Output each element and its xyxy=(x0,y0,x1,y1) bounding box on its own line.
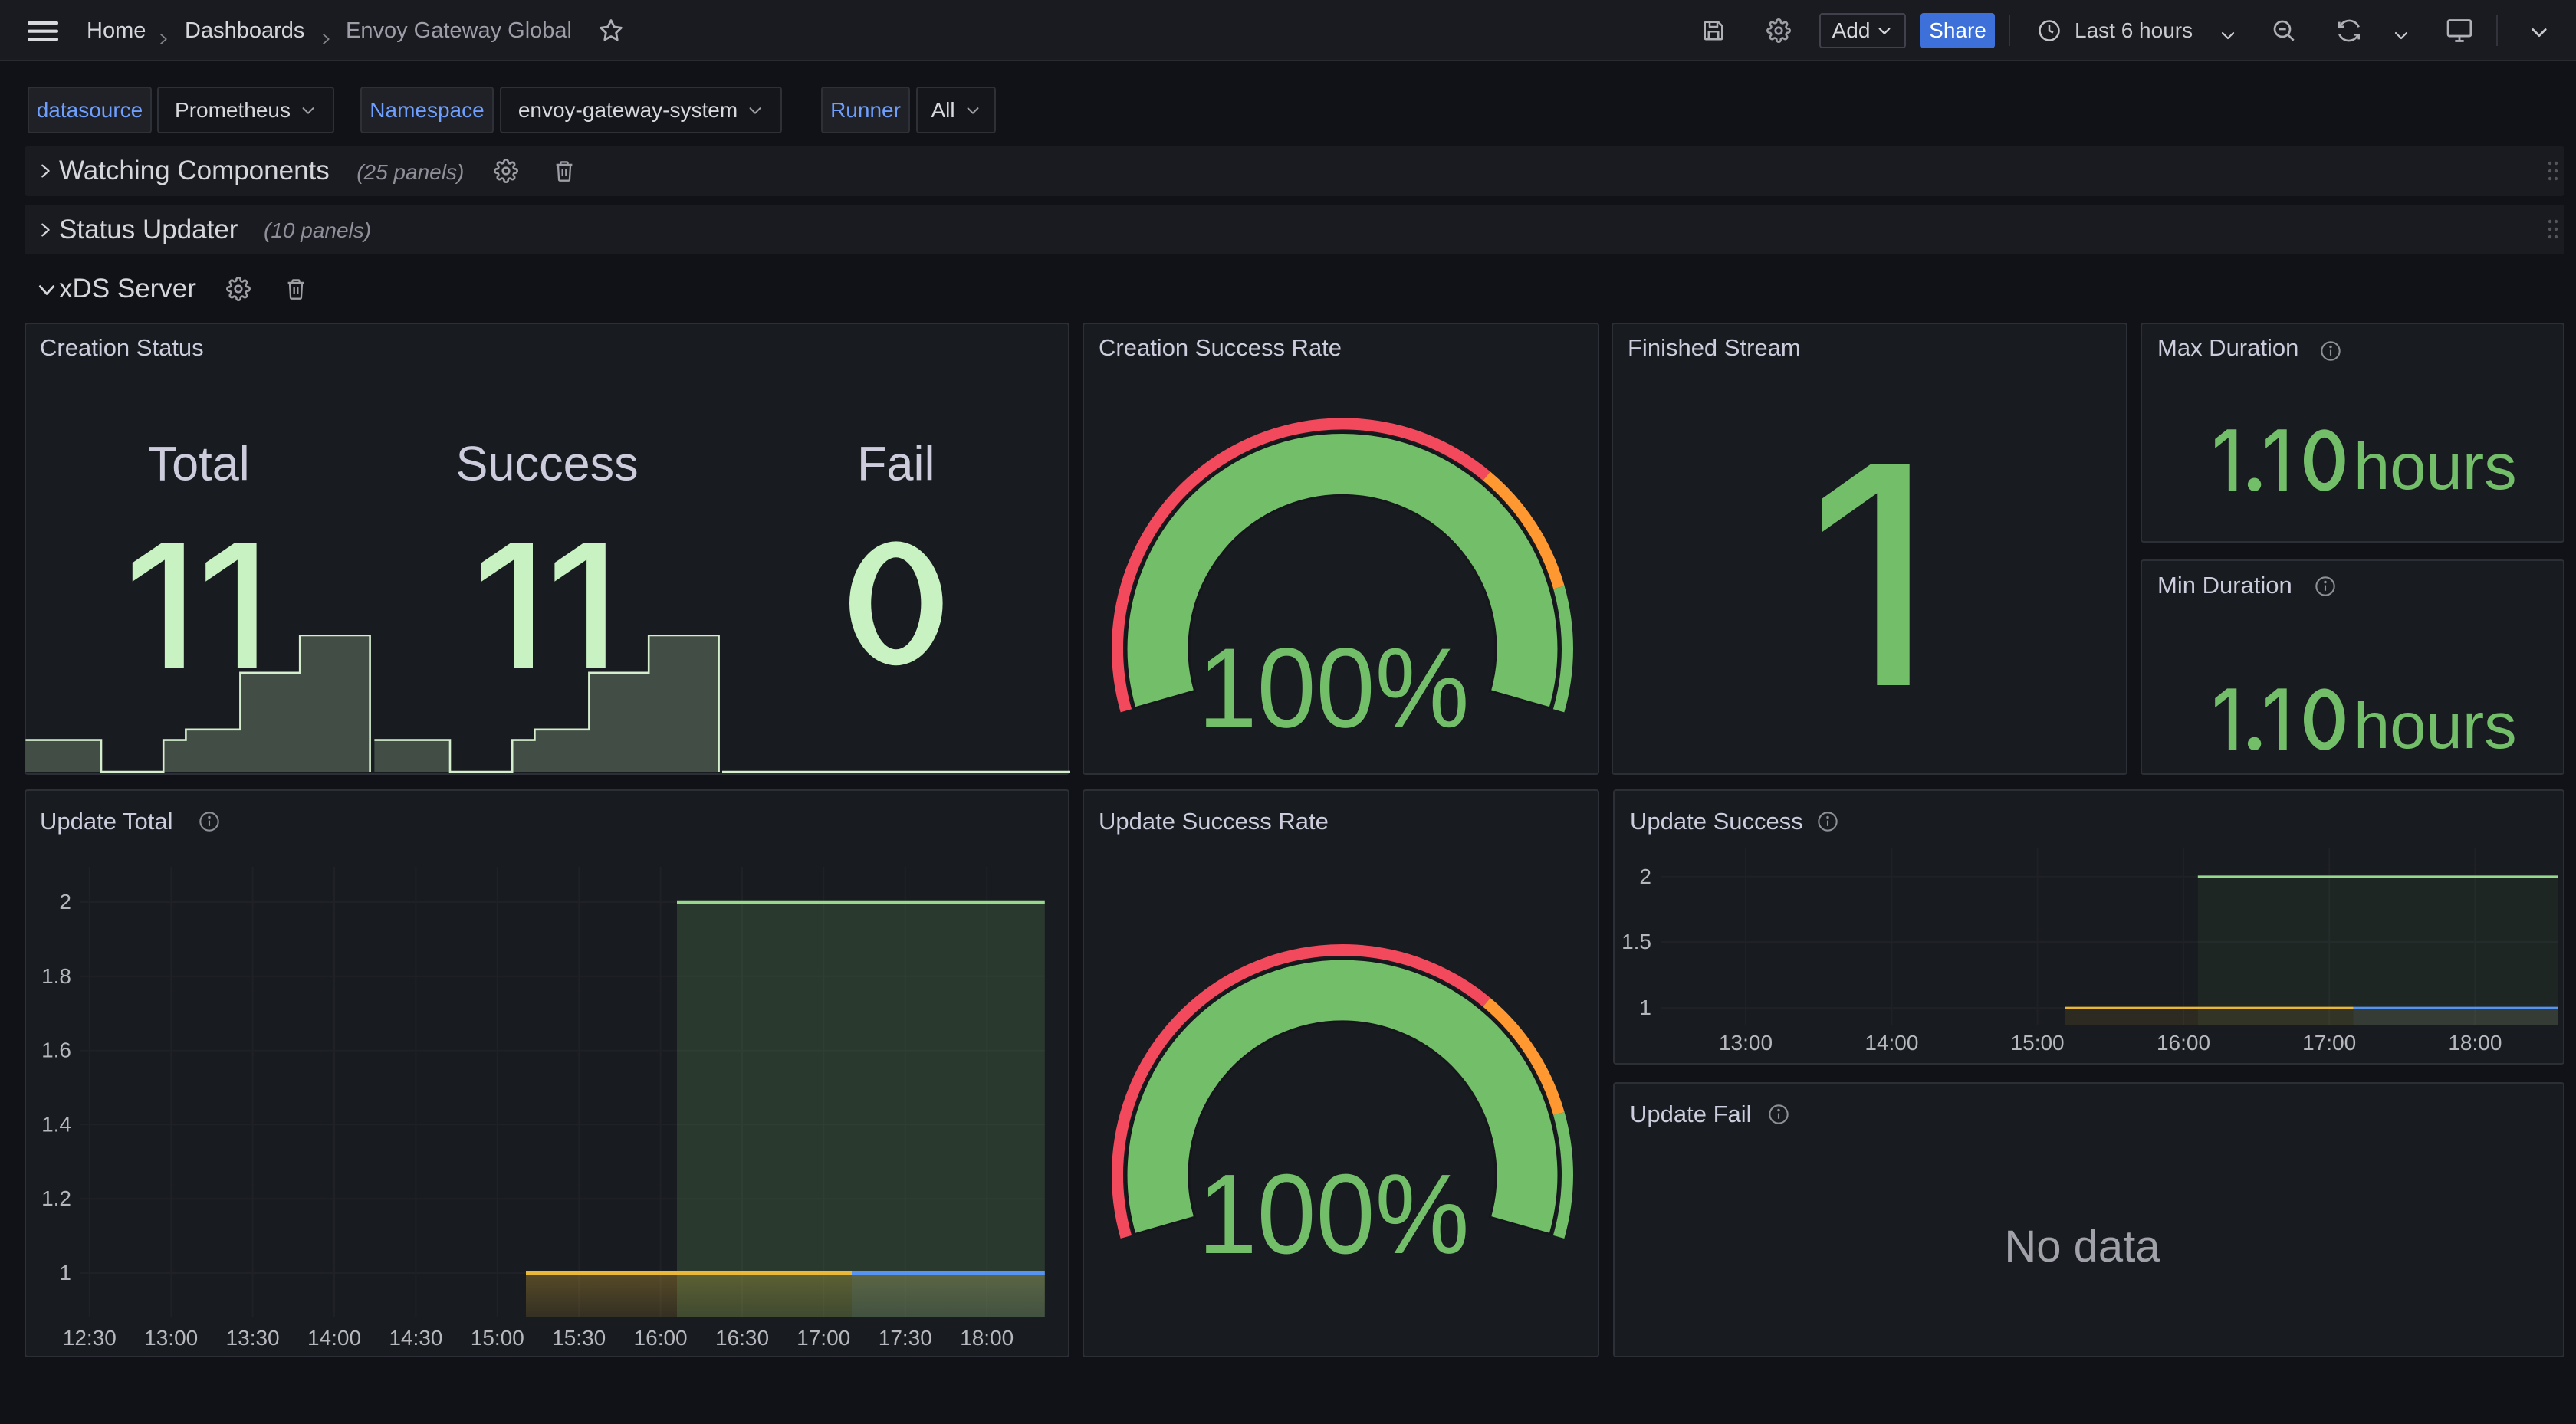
svg-text:100%: 100% xyxy=(1198,625,1470,751)
svg-text:hours: hours xyxy=(2354,430,2517,503)
svg-text:1.8: 1.8 xyxy=(41,964,71,988)
svg-text:1.4: 1.4 xyxy=(41,1112,71,1136)
svg-text:15:00: 15:00 xyxy=(2011,1031,2065,1055)
svg-text:1: 1 xyxy=(1639,996,1651,1019)
svg-text:16:00: 16:00 xyxy=(2157,1031,2210,1055)
svg-text:17:30: 17:30 xyxy=(879,1326,932,1350)
svg-text:hours: hours xyxy=(2354,690,2517,763)
svg-text:12:30: 12:30 xyxy=(63,1326,117,1350)
svg-text:17:00: 17:00 xyxy=(2302,1031,2356,1055)
svg-text:13:00: 13:00 xyxy=(144,1326,198,1350)
svg-text:2: 2 xyxy=(1639,865,1651,888)
svg-text:15:00: 15:00 xyxy=(471,1326,524,1350)
svg-text:13:30: 13:30 xyxy=(226,1326,280,1350)
svg-text:Fail: Fail xyxy=(857,437,935,491)
svg-text:2: 2 xyxy=(59,890,71,914)
svg-text:16:00: 16:00 xyxy=(634,1326,688,1350)
svg-text:1.6: 1.6 xyxy=(41,1038,71,1062)
svg-text:1: 1 xyxy=(59,1261,71,1285)
svg-text:16:30: 16:30 xyxy=(715,1326,769,1350)
svg-text:No data: No data xyxy=(2004,1222,2160,1271)
svg-text:1.2: 1.2 xyxy=(41,1186,71,1210)
svg-text:14:00: 14:00 xyxy=(307,1326,361,1350)
svg-text:17:00: 17:00 xyxy=(797,1326,850,1350)
svg-text:1.5: 1.5 xyxy=(1622,930,1651,953)
svg-text:18:00: 18:00 xyxy=(2448,1031,2502,1055)
svg-text:15:30: 15:30 xyxy=(552,1326,606,1350)
svg-text:14:00: 14:00 xyxy=(1865,1031,1918,1055)
svg-text:14:30: 14:30 xyxy=(389,1326,442,1350)
svg-text:18:00: 18:00 xyxy=(960,1326,1014,1350)
svg-text:13:00: 13:00 xyxy=(1719,1031,1773,1055)
svg-text:Total: Total xyxy=(148,437,250,491)
svg-text:100%: 100% xyxy=(1198,1151,1470,1278)
svg-text:Success: Success xyxy=(456,437,639,491)
